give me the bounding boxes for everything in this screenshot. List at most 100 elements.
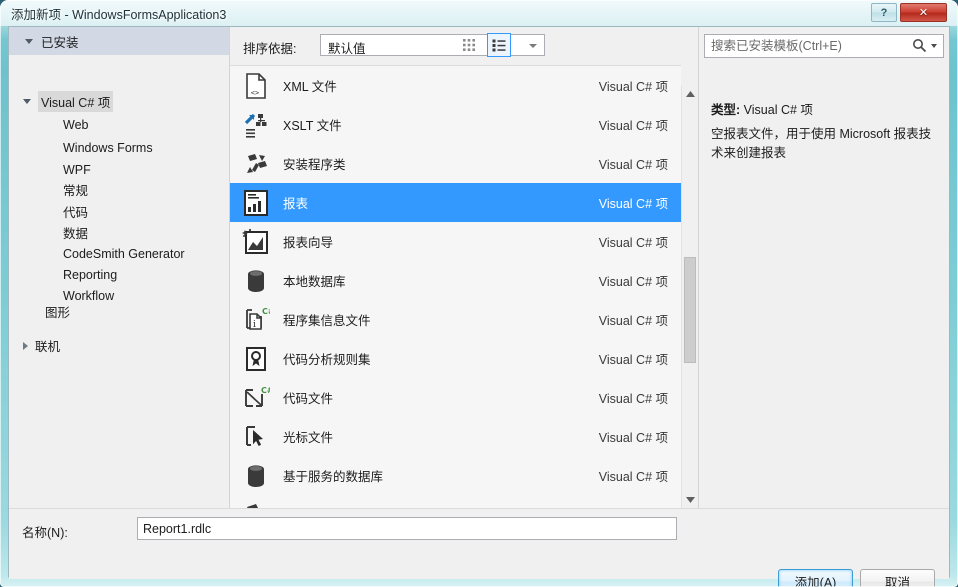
expander-down-icon [25, 38, 33, 44]
tree-node-reporting[interactable]: Reporting [63, 264, 117, 285]
search-icon-group[interactable] [912, 38, 937, 53]
list-item[interactable]: <> XML 文件 Visual C# 项 [230, 66, 681, 105]
template-list-scrollbar[interactable] [681, 85, 698, 508]
svg-text:i: i [253, 320, 256, 330]
chevron-down-icon [529, 44, 537, 48]
list-item-kind: Visual C# 项 [598, 197, 668, 211]
list-item-name: 光标文件 [283, 431, 334, 445]
close-button[interactable]: ✕ [900, 3, 947, 22]
dialog-window: 添加新项 - WindowsFormsApplication3 ? ✕ 已安装 … [0, 0, 958, 587]
list-item-name: 本地数据库 [283, 275, 346, 289]
tree-node-label: Reporting [63, 267, 118, 282]
scroll-up-button[interactable] [682, 85, 698, 102]
list-item[interactable]: XSLT 文件 Visual C# 项 [230, 105, 681, 144]
xml-file-icon: <> [239, 72, 273, 100]
cursor-file-icon [239, 423, 273, 451]
tree-node-code[interactable]: 代码 [63, 201, 88, 222]
report-icon [239, 189, 273, 217]
detail-type-value: Visual C# 项 [743, 103, 813, 117]
sort-by-dropdown[interactable]: 默认值 [320, 34, 545, 56]
grid-view-button[interactable] [457, 33, 481, 57]
dialog-client-area: 已安装 Visual C# 项 Web Windows Forms WPF 常规… [8, 26, 950, 587]
list-item-partial[interactable] [230, 495, 681, 509]
list-item-name: 代码文件 [283, 392, 334, 406]
tree-node-online[interactable]: 联机 [23, 335, 60, 356]
list-item-kind: Visual C# 项 [598, 275, 668, 289]
service-database-icon [239, 462, 273, 490]
list-item-name: XSLT 文件 [283, 119, 342, 133]
list-item-kind: Visual C# 项 [598, 431, 668, 445]
list-item-name: 基于服务的数据库 [283, 470, 384, 484]
triangle-up-icon [685, 90, 695, 97]
list-view-button[interactable] [487, 33, 511, 57]
tree-node-data[interactable]: 数据 [63, 222, 88, 243]
list-item-kind: Visual C# 项 [598, 119, 668, 133]
help-button[interactable]: ? [871, 3, 897, 22]
triangle-down-icon [685, 496, 695, 503]
tree-node-visual-csharp[interactable]: Visual C# 项 [23, 91, 114, 112]
list-item[interactable]: 安装程序类 Visual C# 项 [230, 144, 681, 183]
tree-node-label: Workflow [63, 288, 115, 303]
svg-text:C#: C# [261, 386, 270, 395]
tree-node-web[interactable]: Web [63, 114, 88, 135]
tree-node-general[interactable]: 常规 [63, 179, 88, 200]
list-item[interactable]: 基于服务的数据库 Visual C# 项 [230, 456, 681, 495]
sort-by-value: 默认值 [328, 42, 366, 56]
list-item-kind: Visual C# 项 [598, 392, 668, 406]
list-item-kind: Visual C# 项 [598, 158, 668, 172]
svg-text:C#: C# [262, 307, 270, 316]
detail-description: 空报表文件，用于使用 Microsoft 报表技术来创建报表 [711, 127, 932, 160]
list-item-kind: Visual C# 项 [598, 314, 668, 328]
list-item[interactable]: 报表向导 Visual C# 项 [230, 222, 681, 261]
tree-node-wpf[interactable]: WPF [63, 159, 91, 180]
tree-node-label: Web [63, 117, 89, 132]
scroll-down-button[interactable] [682, 491, 698, 508]
tree-node-visual-csharp-label: Visual C# 项 [38, 91, 114, 112]
list-item[interactable]: 本地数据库 Visual C# 项 [230, 261, 681, 300]
tree-node-label: Windows Forms [63, 140, 153, 155]
tree-node-graphics[interactable]: 图形 [45, 301, 70, 322]
list-item-name: 程序集信息文件 [283, 314, 371, 328]
cancel-button[interactable]: 取消 [860, 569, 935, 587]
list-item-name: 报表 [283, 197, 309, 211]
tree-node-label: WPF [63, 162, 91, 177]
tree-node-label: 图形 [45, 306, 71, 320]
list-item[interactable]: 代码分析规则集 Visual C# 项 [230, 339, 681, 378]
name-input[interactable] [137, 517, 677, 540]
search-box[interactable] [704, 34, 944, 58]
tree-node-windows-forms[interactable]: Windows Forms [63, 137, 153, 158]
list-item-name: 代码分析规则集 [283, 353, 371, 367]
search-input[interactable] [711, 39, 901, 53]
add-button[interactable]: 添加(A) [778, 569, 853, 587]
tree-node-installed[interactable]: 已安装 [9, 27, 229, 55]
chevron-down-icon [931, 43, 937, 48]
tree-node-installed-label: 已安装 [41, 35, 79, 50]
tree-node-label: 数据 [63, 227, 89, 241]
local-database-icon [239, 267, 273, 295]
search-icon [913, 39, 927, 53]
code-file-icon: C# [239, 384, 273, 412]
tree-node-label: 代码 [63, 206, 89, 220]
code-analysis-ruleset-icon [239, 345, 273, 373]
window-title: 添加新项 - WindowsFormsApplication3 [11, 8, 227, 22]
list-item-selected[interactable]: 报表 Visual C# 项 [230, 183, 681, 222]
list-item-kind: Visual C# 项 [598, 80, 668, 94]
template-category-tree: 已安装 Visual C# 项 Web Windows Forms WPF 常规… [9, 27, 230, 508]
list-item[interactable]: i C# 程序集信息文件 Visual C# 项 [230, 300, 681, 339]
expander-right-icon [23, 341, 28, 350]
tree-node-codesmith-generator[interactable]: CodeSmith Generator [63, 243, 185, 264]
tree-node-label: 常规 [63, 184, 89, 198]
list-item-kind: Visual C# 项 [598, 236, 668, 250]
title-bar: 添加新项 - WindowsFormsApplication3 ? ✕ [0, 0, 958, 26]
installer-class-icon [239, 150, 273, 178]
assembly-info-icon: i C# [239, 306, 273, 334]
list-toolbar: 排序依据: 默认值 [230, 27, 681, 65]
template-list[interactable]: <> XML 文件 Visual C# 项 XSLT 文件 Visual C# … [230, 65, 681, 509]
tree-node-label: 联机 [35, 340, 61, 354]
details-pane: 类型: Visual C# 项 空报表文件，用于使用 Microsoft 报表技… [698, 27, 949, 508]
scrollbar-thumb[interactable] [684, 257, 696, 363]
name-row: 名称(N): 添加(A) 取消 [9, 508, 949, 587]
list-item[interactable]: C# 代码文件 Visual C# 项 [230, 378, 681, 417]
tree-node-workflow[interactable]: Workflow [63, 285, 114, 306]
list-item[interactable]: 光标文件 Visual C# 项 [230, 417, 681, 456]
